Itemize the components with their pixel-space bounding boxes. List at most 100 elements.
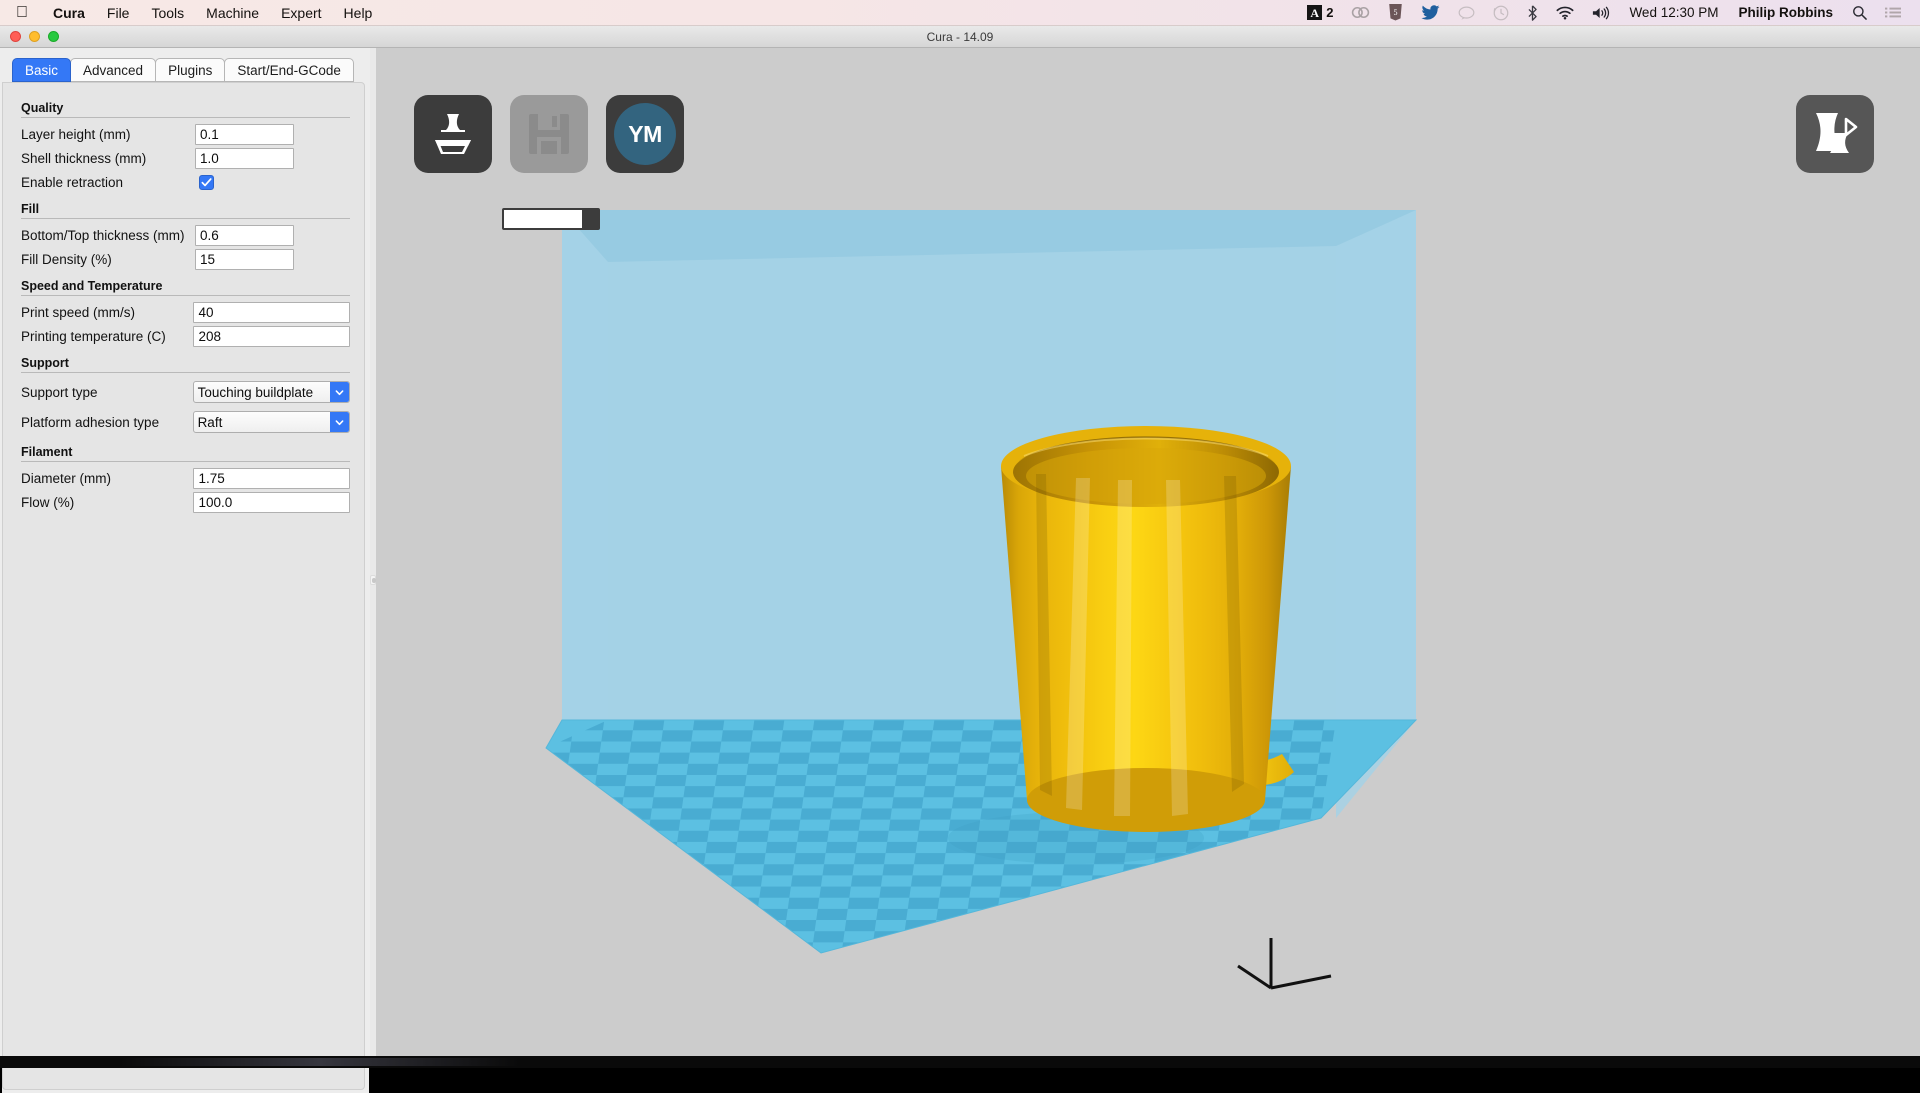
- time-machine-icon[interactable]: [1484, 5, 1518, 21]
- cup-bottom: [1027, 768, 1265, 832]
- svg-text:5: 5: [1394, 8, 1398, 17]
- view-mode-icon: [1816, 113, 1858, 153]
- setting-row-support-type: Support type Touching buildplate: [17, 377, 350, 407]
- adobe-menu-icon[interactable]: A 2: [1298, 5, 1342, 20]
- settings-sidebar: Basic Advanced Plugins Start/End-GCode Q…: [0, 48, 371, 1093]
- spotlight-search-icon[interactable]: [1843, 5, 1876, 20]
- setting-row-print-speed: Print speed (mm/s) 40: [17, 300, 350, 324]
- label-platform-adhesion-type: Platform adhesion type: [21, 414, 160, 430]
- checkbox-enable-retraction[interactable]: [199, 174, 214, 190]
- menu-item-expert[interactable]: Expert: [270, 0, 332, 26]
- select-support-type-value: Touching buildplate: [197, 385, 314, 400]
- settings-panel: Quality Layer height (mm) 0.1 Shell thic…: [2, 82, 365, 1090]
- input-flow[interactable]: 100.0: [193, 491, 350, 513]
- menu-bar-status-area: A 2 5 Wed 12:30 PM Philip Robbins: [1298, 4, 1920, 21]
- buildvolume-left-wall: [562, 210, 608, 788]
- input-diameter[interactable]: 1.75: [193, 467, 350, 489]
- label-diameter: Diameter (mm): [21, 470, 111, 486]
- adobe-logo-icon: A: [1307, 5, 1323, 20]
- tab-basic[interactable]: Basic: [12, 58, 72, 82]
- cura-application-window: Cura - 14.09 Basic Advanced Plugins Star…: [0, 26, 1920, 1093]
- select-platform-adhesion-type[interactable]: Raft: [192, 411, 350, 433]
- select-support-type[interactable]: Touching buildplate: [192, 381, 350, 403]
- group-divider: [21, 117, 350, 118]
- input-bottom-top-thickness[interactable]: 0.6: [195, 224, 294, 246]
- adobe-creative-cloud-icon[interactable]: [1342, 5, 1379, 20]
- bottom-strip-gleam: [120, 1058, 520, 1066]
- label-fill-density: Fill Density (%): [21, 251, 112, 267]
- floppy-disk-save-icon: [529, 114, 569, 154]
- window-title: Cura - 14.09: [926, 29, 994, 44]
- save-toolpath-button: [510, 95, 588, 173]
- settings-tab-strip: Basic Advanced Plugins Start/End-GCode: [12, 58, 354, 82]
- label-layer-height: Layer height (mm): [21, 126, 131, 142]
- model-tapered-cup: [1001, 426, 1294, 832]
- group-divider: [21, 295, 350, 296]
- group-title-filament: Filament: [21, 445, 73, 459]
- input-fill-density[interactable]: 15: [195, 248, 294, 270]
- group-title-fill: Fill: [21, 202, 40, 216]
- share-youmagine-button[interactable]: YM: [606, 95, 684, 173]
- select-platform-adhesion-type-value: Raft: [197, 415, 223, 430]
- label-support-type: Support type: [21, 384, 98, 400]
- setting-row-platform-adhesion-type: Platform adhesion type Raft: [17, 407, 350, 437]
- slice-progress-fill: [504, 210, 582, 228]
- input-layer-height[interactable]: 0.1: [195, 123, 294, 145]
- window-title-bar: Cura - 14.09: [0, 26, 1920, 48]
- group-title-speed-temperature: Speed and Temperature: [21, 279, 163, 293]
- input-shell-thickness[interactable]: 1.0: [195, 147, 294, 169]
- volume-icon[interactable]: [1583, 6, 1619, 20]
- wifi-icon[interactable]: [1547, 6, 1583, 20]
- menu-item-cura[interactable]: Cura: [42, 0, 96, 26]
- menu-item-tools[interactable]: Tools: [140, 0, 195, 26]
- setting-row-fill-density: Fill Density (%) 15: [17, 247, 350, 271]
- tab-start-end-gcode[interactable]: Start/End-GCode: [224, 58, 354, 82]
- group-title-support: Support: [21, 356, 69, 370]
- setting-row-printing-temperature: Printing temperature (C) 208: [17, 324, 350, 348]
- adobe-update-count: 2: [1326, 5, 1334, 20]
- group-divider: [21, 461, 350, 462]
- 3d-scene[interactable]: [376, 48, 1920, 1068]
- setting-row-diameter: Diameter (mm) 1.75: [17, 466, 350, 490]
- menu-item-file[interactable]: File: [96, 0, 141, 26]
- html5-icon[interactable]: 5: [1379, 4, 1412, 21]
- view-mode-button[interactable]: [1796, 95, 1874, 173]
- twitter-icon[interactable]: [1412, 5, 1449, 20]
- load-model-button[interactable]: [414, 95, 492, 173]
- setting-row-layer-height: Layer height (mm) 0.1: [17, 122, 350, 146]
- bluetooth-icon[interactable]: [1518, 4, 1547, 21]
- menu-item-help[interactable]: Help: [333, 0, 384, 26]
- setting-row-shell-thickness: Shell thickness (mm) 1.0: [17, 146, 350, 170]
- messages-bubble-icon[interactable]: [1449, 6, 1484, 20]
- chevron-down-icon: [330, 382, 349, 402]
- setting-row-flow: Flow (%) 100.0: [17, 490, 350, 514]
- menu-item-machine[interactable]: Machine: [195, 0, 270, 26]
- desktop-bottom-strip: [0, 1056, 1920, 1068]
- menu-bar-username[interactable]: Philip Robbins: [1729, 5, 1844, 20]
- macos-menu-bar:  Cura File Tools Machine Expert Help A …: [0, 0, 1920, 26]
- group-title-quality: Quality: [21, 101, 64, 115]
- 3d-viewport[interactable]: YM: [376, 48, 1920, 1068]
- label-bottom-top-thickness: Bottom/Top thickness (mm): [21, 227, 185, 243]
- group-divider: [21, 218, 350, 219]
- setting-row-enable-retraction: Enable retraction: [17, 170, 350, 194]
- tab-plugins[interactable]: Plugins: [155, 58, 226, 82]
- label-enable-retraction: Enable retraction: [21, 174, 124, 190]
- tab-advanced[interactable]: Advanced: [70, 58, 157, 82]
- youmagine-icon: YM: [614, 103, 676, 165]
- slice-progress-bar: [502, 208, 600, 230]
- group-divider: [21, 372, 350, 373]
- label-shell-thickness: Shell thickness (mm): [21, 150, 147, 166]
- input-printing-temperature[interactable]: 208: [193, 325, 350, 347]
- setting-row-bottom-top-thickness: Bottom/Top thickness (mm) 0.6: [17, 223, 350, 247]
- input-print-speed[interactable]: 40: [193, 301, 350, 323]
- load-model-icon: [435, 114, 471, 154]
- chevron-down-icon: [330, 412, 349, 432]
- menu-bar-clock[interactable]: Wed 12:30 PM: [1619, 5, 1728, 20]
- checkmark-icon: [201, 177, 212, 186]
- label-print-speed: Print speed (mm/s): [21, 304, 136, 320]
- notification-center-icon[interactable]: [1876, 6, 1910, 19]
- label-flow: Flow (%): [21, 494, 75, 510]
- apple-logo-icon[interactable]: : [16, 4, 28, 21]
- label-printing-temperature: Printing temperature (C): [21, 328, 166, 344]
